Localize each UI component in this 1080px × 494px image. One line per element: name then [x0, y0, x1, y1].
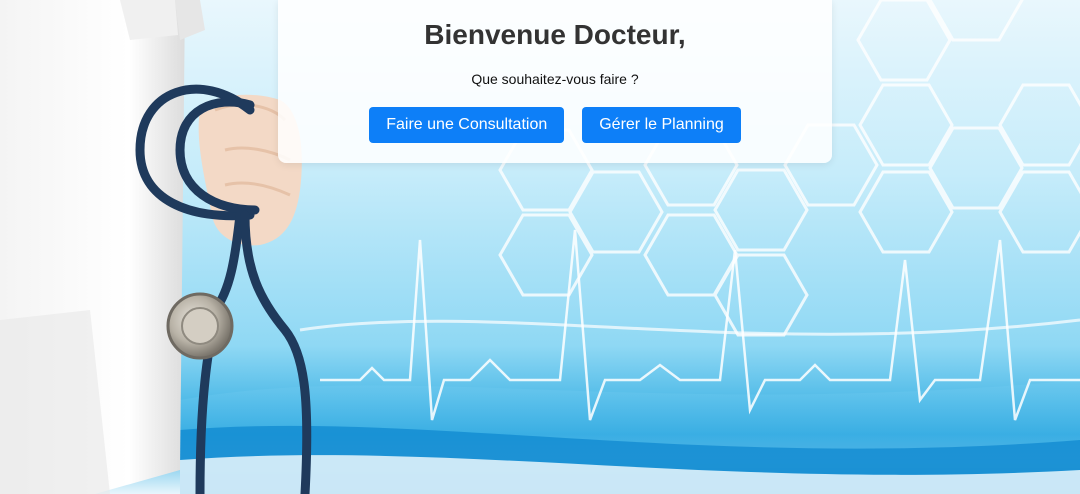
welcome-subtitle: Que souhaitez-vous faire ? — [471, 71, 639, 87]
consultation-button[interactable]: Faire une Consultation — [369, 107, 565, 143]
planning-button[interactable]: Gérer le Planning — [582, 107, 741, 143]
app-page: Bienvenue Docteur, Que souhaitez-vous fa… — [0, 0, 1080, 494]
welcome-card: Bienvenue Docteur, Que souhaitez-vous fa… — [278, 0, 832, 163]
welcome-title: Bienvenue Docteur, — [424, 19, 686, 50]
action-buttons: Faire une Consultation Gérer le Planning — [278, 107, 832, 143]
